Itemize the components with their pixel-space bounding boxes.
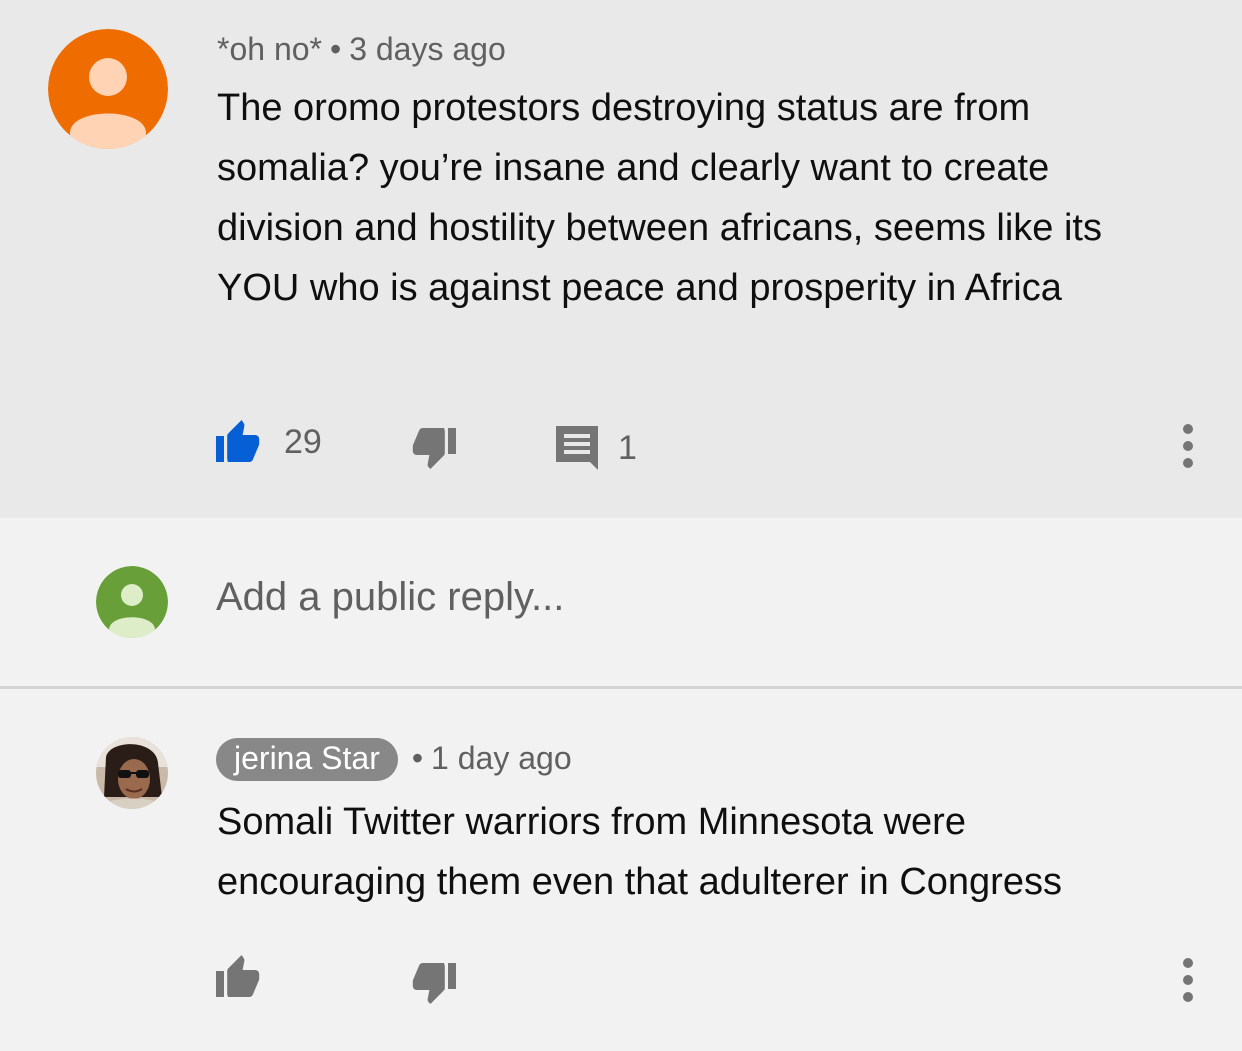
reply-dislike-button[interactable] bbox=[408, 963, 456, 1009]
reply-author[interactable]: jerina Star bbox=[216, 738, 398, 781]
thumbs-up-icon bbox=[216, 420, 264, 464]
reply-like-button[interactable] bbox=[216, 955, 264, 999]
reply-composer[interactable] bbox=[0, 518, 1242, 686]
reply-meta: jerina Star • 1 day ago bbox=[216, 738, 572, 781]
reply-text: Somali Twitter warriors from Minnesota w… bbox=[217, 801, 1062, 903]
thumbs-down-icon bbox=[408, 963, 456, 1009]
reply-input-placeholder[interactable]: Add a public reply... bbox=[216, 575, 564, 620]
comment-author-avatar[interactable] bbox=[48, 29, 168, 149]
more-vert-icon[interactable] bbox=[1173, 416, 1203, 476]
reply-button[interactable]: 1 bbox=[556, 426, 637, 470]
thumbs-up-icon bbox=[216, 955, 264, 999]
dislike-button[interactable] bbox=[408, 428, 456, 474]
comment-meta: *oh no* • 3 days ago bbox=[217, 31, 506, 68]
meta-separator: • bbox=[411, 740, 424, 776]
meta-separator: • bbox=[329, 31, 342, 67]
comment-card: *oh no* • 3 days ago The oromo protestors … bbox=[0, 0, 1242, 518]
comment-icon bbox=[556, 426, 598, 470]
like-button[interactable]: 29 bbox=[216, 420, 322, 464]
more-vert-icon[interactable] bbox=[1173, 950, 1203, 1010]
comment-author[interactable]: *oh no* bbox=[217, 31, 322, 67]
comment-timestamp[interactable]: 3 days ago bbox=[349, 31, 506, 67]
comment-text: The oromo protestors destroying status a… bbox=[217, 87, 1102, 309]
reply-timestamp[interactable]: 1 day ago bbox=[431, 740, 572, 776]
divider bbox=[0, 686, 1242, 689]
like-count: 29 bbox=[284, 422, 322, 461]
reply-author-avatar[interactable] bbox=[96, 737, 168, 809]
reply-count: 1 bbox=[618, 428, 637, 467]
thumbs-down-icon bbox=[408, 428, 456, 474]
current-user-avatar bbox=[96, 566, 168, 638]
